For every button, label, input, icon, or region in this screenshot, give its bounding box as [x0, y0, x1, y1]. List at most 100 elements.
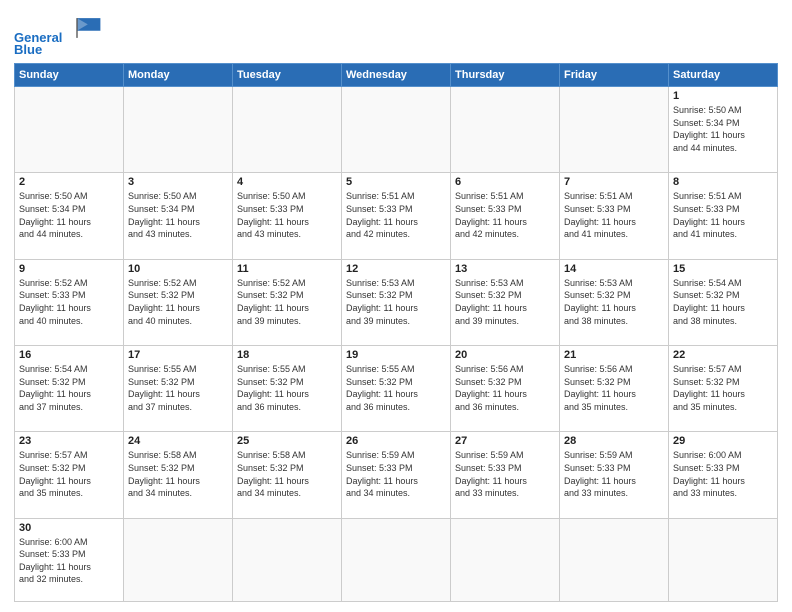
calendar-day-1: 1 Sunrise: 5:50 AM Sunset: 5:34 PM Daylig…: [669, 87, 778, 173]
day-info: Sunrise: 5:51 AM Sunset: 5:33 PM Dayligh…: [455, 190, 555, 240]
day-info: Sunrise: 5:52 AM Sunset: 5:33 PM Dayligh…: [19, 277, 119, 327]
weekday-monday: Monday: [124, 64, 233, 87]
day-number: 8: [673, 176, 773, 188]
day-number: 28: [564, 435, 664, 447]
calendar-table: SundayMondayTuesdayWednesdayThursdayFrid…: [14, 63, 778, 602]
calendar-empty-cell: [451, 87, 560, 173]
calendar-empty-cell: [342, 518, 451, 601]
day-number: 7: [564, 176, 664, 188]
calendar-day-7: 7 Sunrise: 5:51 AM Sunset: 5:33 PM Daylig…: [560, 173, 669, 259]
day-number: 4: [237, 176, 337, 188]
calendar-day-17: 17 Sunrise: 5:55 AM Sunset: 5:32 PM Dayli…: [124, 346, 233, 432]
calendar-empty-cell: [560, 518, 669, 601]
day-info: Sunrise: 5:51 AM Sunset: 5:33 PM Dayligh…: [673, 190, 773, 240]
day-number: 2: [19, 176, 119, 188]
calendar-day-23: 23 Sunrise: 5:57 AM Sunset: 5:32 PM Dayli…: [15, 432, 124, 518]
day-number: 14: [564, 263, 664, 275]
weekday-tuesday: Tuesday: [233, 64, 342, 87]
day-number: 21: [564, 349, 664, 361]
calendar-empty-cell: [451, 518, 560, 601]
calendar-day-6: 6 Sunrise: 5:51 AM Sunset: 5:33 PM Daylig…: [451, 173, 560, 259]
calendar-day-16: 16Sunrise: 5:54 AM Sunset: 5:32 PM Dayli…: [15, 346, 124, 432]
day-number: 13: [455, 263, 555, 275]
calendar-day-25: 25Sunrise: 5:58 AM Sunset: 5:32 PM Dayli…: [233, 432, 342, 518]
day-number: 6: [455, 176, 555, 188]
calendar-week-6: 30 Sunrise: 6:00 AM Sunset: 5:33 PM Dayli…: [15, 518, 778, 601]
logo: General Blue: [14, 14, 104, 57]
calendar-day-11: 11 Sunrise: 5:52 AM Sunset: 5:32 PM Dayli…: [233, 259, 342, 345]
weekday-header-row: SundayMondayTuesdayWednesdayThursdayFrid…: [15, 64, 778, 87]
day-info: Sunrise: 5:51 AM Sunset: 5:33 PM Dayligh…: [346, 190, 446, 240]
day-info: Sunrise: 5:55 AM Sunset: 5:32 PM Dayligh…: [128, 363, 228, 413]
calendar-week-2: 2 Sunrise: 5:50 AM Sunset: 5:34 PM Daylig…: [15, 173, 778, 259]
calendar-day-8: 8 Sunrise: 5:51 AM Sunset: 5:33 PM Daylig…: [669, 173, 778, 259]
calendar-empty-cell: [15, 87, 124, 173]
calendar-day-21: 21 Sunrise: 5:56 AM Sunset: 5:32 PM Dayli…: [560, 346, 669, 432]
day-number: 15: [673, 263, 773, 275]
calendar-day-19: 19Sunrise: 5:55 AM Sunset: 5:32 PM Dayli…: [342, 346, 451, 432]
calendar-empty-cell: [233, 87, 342, 173]
calendar-day-27: 27Sunrise: 5:59 AM Sunset: 5:33 PM Dayli…: [451, 432, 560, 518]
calendar-day-5: 5Sunrise: 5:51 AM Sunset: 5:33 PM Daylig…: [342, 173, 451, 259]
calendar-day-29: 29Sunrise: 6:00 AM Sunset: 5:33 PM Dayli…: [669, 432, 778, 518]
day-info: Sunrise: 5:55 AM Sunset: 5:32 PM Dayligh…: [237, 363, 337, 413]
day-number: 10: [128, 263, 228, 275]
calendar-day-15: 15 Sunrise: 5:54 AM Sunset: 5:32 PM Dayli…: [669, 259, 778, 345]
day-info: Sunrise: 5:59 AM Sunset: 5:33 PM Dayligh…: [564, 449, 664, 499]
calendar-empty-cell: [669, 518, 778, 601]
calendar-empty-cell: [233, 518, 342, 601]
calendar-day-14: 14 Sunrise: 5:53 AM Sunset: 5:32 PM Dayli…: [560, 259, 669, 345]
day-number: 3: [128, 176, 228, 188]
day-info: Sunrise: 5:58 AM Sunset: 5:32 PM Dayligh…: [237, 449, 337, 499]
calendar-day-10: 10 Sunrise: 5:52 AM Sunset: 5:32 PM Dayli…: [124, 259, 233, 345]
logo-flag-icon: [68, 14, 104, 42]
calendar-day-24: 24Sunrise: 5:58 AM Sunset: 5:32 PM Dayli…: [124, 432, 233, 518]
calendar-week-4: 16Sunrise: 5:54 AM Sunset: 5:32 PM Dayli…: [15, 346, 778, 432]
day-info: Sunrise: 5:53 AM Sunset: 5:32 PM Dayligh…: [564, 277, 664, 327]
calendar-day-13: 13 Sunrise: 5:53 AM Sunset: 5:32 PM Dayli…: [451, 259, 560, 345]
day-number: 23: [19, 435, 119, 447]
calendar-week-5: 23 Sunrise: 5:57 AM Sunset: 5:32 PM Dayli…: [15, 432, 778, 518]
calendar-day-26: 26 Sunrise: 5:59 AM Sunset: 5:33 PM Dayli…: [342, 432, 451, 518]
calendar-empty-cell: [124, 518, 233, 601]
day-info: Sunrise: 5:59 AM Sunset: 5:33 PM Dayligh…: [346, 449, 446, 499]
day-info: Sunrise: 5:58 AM Sunset: 5:32 PM Dayligh…: [128, 449, 228, 499]
day-number: 1: [673, 90, 773, 102]
calendar-day-30: 30 Sunrise: 6:00 AM Sunset: 5:33 PM Dayli…: [15, 518, 124, 601]
day-number: 29: [673, 435, 773, 447]
day-info: Sunrise: 5:55 AM Sunset: 5:32 PM Dayligh…: [346, 363, 446, 413]
calendar-day-2: 2 Sunrise: 5:50 AM Sunset: 5:34 PM Daylig…: [15, 173, 124, 259]
day-info: Sunrise: 5:57 AM Sunset: 5:32 PM Dayligh…: [673, 363, 773, 413]
calendar-day-12: 12Sunrise: 5:53 AM Sunset: 5:32 PM Dayli…: [342, 259, 451, 345]
day-number: 17: [128, 349, 228, 361]
day-info: Sunrise: 5:50 AM Sunset: 5:34 PM Dayligh…: [673, 104, 773, 154]
day-info: Sunrise: 5:52 AM Sunset: 5:32 PM Dayligh…: [237, 277, 337, 327]
day-number: 20: [455, 349, 555, 361]
day-number: 26: [346, 435, 446, 447]
day-info: Sunrise: 5:52 AM Sunset: 5:32 PM Dayligh…: [128, 277, 228, 327]
calendar-day-22: 22 Sunrise: 5:57 AM Sunset: 5:32 PM Dayli…: [669, 346, 778, 432]
weekday-saturday: Saturday: [669, 64, 778, 87]
page-header: General Blue: [14, 10, 778, 57]
day-info: Sunrise: 5:50 AM Sunset: 5:34 PM Dayligh…: [128, 190, 228, 240]
day-info: Sunrise: 6:00 AM Sunset: 5:33 PM Dayligh…: [19, 536, 119, 586]
day-info: Sunrise: 5:54 AM Sunset: 5:32 PM Dayligh…: [673, 277, 773, 327]
day-number: 30: [19, 522, 119, 534]
day-info: Sunrise: 5:51 AM Sunset: 5:33 PM Dayligh…: [564, 190, 664, 240]
calendar-day-28: 28 Sunrise: 5:59 AM Sunset: 5:33 PM Dayli…: [560, 432, 669, 518]
calendar-day-20: 20 Sunrise: 5:56 AM Sunset: 5:32 PM Dayli…: [451, 346, 560, 432]
logo-text: General Blue: [14, 14, 104, 57]
day-info: Sunrise: 5:53 AM Sunset: 5:32 PM Dayligh…: [346, 277, 446, 327]
calendar-empty-cell: [560, 87, 669, 173]
day-number: 11: [237, 263, 337, 275]
calendar-week-1: 1 Sunrise: 5:50 AM Sunset: 5:34 PM Daylig…: [15, 87, 778, 173]
day-info: Sunrise: 5:56 AM Sunset: 5:32 PM Dayligh…: [455, 363, 555, 413]
day-info: Sunrise: 5:56 AM Sunset: 5:32 PM Dayligh…: [564, 363, 664, 413]
weekday-wednesday: Wednesday: [342, 64, 451, 87]
calendar-empty-cell: [124, 87, 233, 173]
day-info: Sunrise: 5:53 AM Sunset: 5:32 PM Dayligh…: [455, 277, 555, 327]
day-number: 22: [673, 349, 773, 361]
day-info: Sunrise: 5:59 AM Sunset: 5:33 PM Dayligh…: [455, 449, 555, 499]
day-info: Sunrise: 5:57 AM Sunset: 5:32 PM Dayligh…: [19, 449, 119, 499]
day-info: Sunrise: 5:50 AM Sunset: 5:34 PM Dayligh…: [19, 190, 119, 240]
